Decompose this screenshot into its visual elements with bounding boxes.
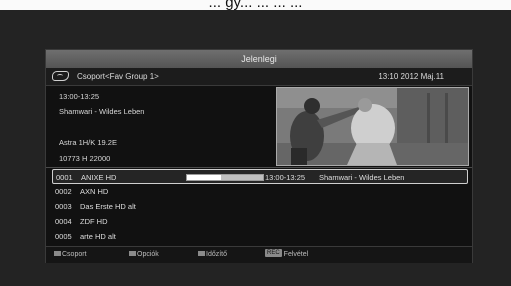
csoport-label: Csoport bbox=[62, 251, 87, 258]
felvetel-label: Felvétel bbox=[283, 251, 309, 258]
rec-key-icon: REC bbox=[265, 249, 282, 258]
channel-row-selected[interactable]: 0001 ANIXE HD 13:00-13:25 Shamwari - Wil… bbox=[52, 169, 468, 184]
channel-row[interactable]: 0003 Das Erste HD alt bbox=[46, 199, 472, 214]
channel-row[interactable]: 0002 AXN HD bbox=[46, 184, 472, 199]
opciok-label: Opciók bbox=[137, 251, 159, 258]
channel-name: arte HD alt bbox=[80, 232, 116, 241]
channel-name: Das Erste HD alt bbox=[80, 202, 136, 211]
progress-fill bbox=[187, 175, 222, 180]
idozito-key[interactable]: Időzítő bbox=[198, 247, 227, 263]
channel-list-window: Jelenlegi Csoport<Fav Group 1> 13:10 201… bbox=[45, 49, 473, 263]
channel-row[interactable]: 0004 ZDF HD bbox=[46, 214, 472, 229]
idozito-label: Időzítő bbox=[206, 251, 228, 258]
channel-number: 0004 bbox=[55, 217, 72, 226]
channel-number: 0001 bbox=[56, 173, 73, 182]
video-preview-image bbox=[277, 88, 468, 165]
footer-keys: Csoport Opciók Időzítő REC Felvétel bbox=[46, 246, 472, 263]
program-title: Shamwari - Wildes Leben bbox=[59, 107, 145, 116]
yellow-key-icon bbox=[198, 250, 205, 256]
channel-number: 0003 bbox=[55, 202, 72, 211]
channel-name: AXN HD bbox=[80, 187, 109, 196]
channel-number: 0002 bbox=[55, 187, 72, 196]
satellite-label: Astra 1H/K 19.2E bbox=[59, 138, 117, 147]
channel-name: ZDF HD bbox=[80, 217, 108, 226]
top-caption-strip: ... gy... ... ... ... bbox=[0, 0, 511, 10]
program-progress-bar bbox=[186, 174, 264, 181]
opciok-key[interactable]: Opciók bbox=[129, 247, 159, 263]
green-key-icon bbox=[129, 250, 136, 256]
channel-program-title: Shamwari - Wildes Leben bbox=[319, 173, 405, 182]
channel-program-time: 13:00-13:25 bbox=[265, 173, 306, 182]
group-label[interactable]: Csoport<Fav Group 1> bbox=[77, 68, 159, 85]
channel-name: ANIXE HD bbox=[81, 173, 117, 182]
window-title: Jelenlegi bbox=[46, 50, 472, 68]
separator bbox=[46, 167, 472, 168]
video-preview bbox=[276, 87, 469, 166]
tv-icon bbox=[52, 71, 69, 81]
channel-number: 0005 bbox=[55, 232, 72, 241]
felvetel-key[interactable]: REC Felvétel bbox=[265, 247, 308, 263]
transponder-label: 10773 H 22000 bbox=[59, 154, 111, 163]
channel-list: 0001 ANIXE HD 13:00-13:25 Shamwari - Wil… bbox=[46, 169, 472, 244]
csoport-key[interactable]: Csoport bbox=[54, 247, 87, 263]
red-key-icon bbox=[54, 250, 61, 256]
datetime-label: 13:10 2012 Maj.11 bbox=[378, 72, 444, 81]
program-time: 13:00-13:25 bbox=[59, 92, 100, 101]
top-caption-text: ... gy... ... ... ... bbox=[208, 0, 303, 10]
channel-row[interactable]: 0005 arte HD alt bbox=[46, 229, 472, 244]
info-bar: Csoport<Fav Group 1> 13:10 2012 Maj.11 bbox=[46, 68, 472, 86]
